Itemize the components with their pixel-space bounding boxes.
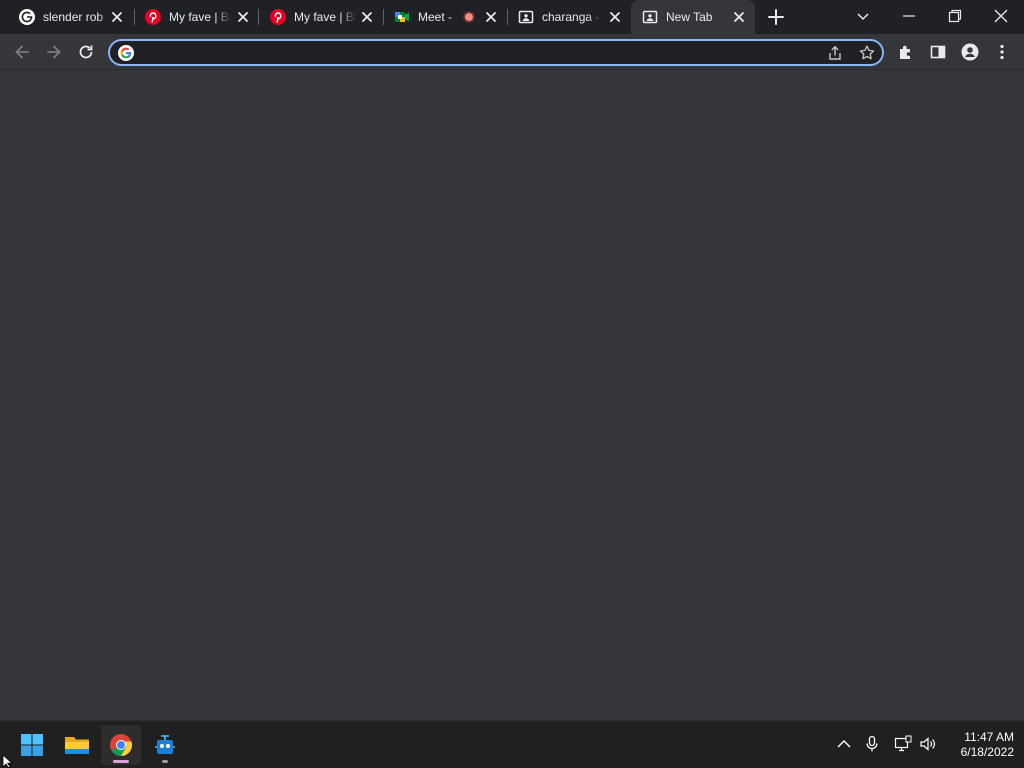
share-icon[interactable]: [826, 44, 844, 62]
close-window-icon[interactable]: [991, 6, 1011, 26]
google-meet-icon: [395, 12, 409, 22]
volume-icon[interactable]: [919, 735, 937, 753]
tab-search-chevron-down-icon[interactable]: [853, 6, 873, 26]
pinterest-icon: [145, 9, 161, 25]
back-arrow-icon[interactable]: [12, 42, 32, 62]
close-icon[interactable]: [607, 9, 623, 25]
close-icon[interactable]: [235, 9, 251, 25]
tab-title: My fave | Bl: [294, 10, 356, 24]
running-indicator: [162, 760, 168, 763]
active-indicator: [113, 760, 129, 763]
tab-my-fave-1[interactable]: My fave | Bl: [134, 0, 258, 34]
app-taskbar-button[interactable]: [145, 725, 185, 765]
microphone-icon[interactable]: [863, 735, 881, 753]
close-icon[interactable]: [483, 9, 499, 25]
close-icon[interactable]: [359, 9, 375, 25]
tab-title: New Tab: [666, 10, 713, 24]
close-icon[interactable]: [731, 9, 747, 25]
minimize-icon[interactable]: [899, 6, 919, 26]
google-g-icon: [19, 9, 35, 25]
extensions-puzzle-icon[interactable]: [896, 42, 916, 62]
tab-my-fave-2[interactable]: My fave | Bl: [259, 0, 383, 34]
chrome-icon: [110, 734, 133, 757]
tab-strip: slender rob My fave | Bl My fave | Bl Me…: [0, 0, 1024, 34]
browser-toolbar: [0, 34, 1024, 70]
tab-charanga[interactable]: charanga -: [507, 0, 631, 34]
tab-new-tab[interactable]: New Tab: [631, 0, 755, 34]
recording-indicator-icon: [463, 11, 475, 23]
system-clock[interactable]: 11:47 AM 6/18/2022: [944, 730, 1014, 760]
taskbar: 11:47 AM 6/18/2022: [0, 720, 1024, 768]
network-icon[interactable]: [894, 735, 912, 753]
app-icon: [155, 735, 175, 754]
classroom-icon: [518, 10, 534, 24]
file-explorer-button[interactable]: [57, 725, 97, 765]
side-panel-icon[interactable]: [928, 42, 948, 62]
tab-title: My fave | Bl: [169, 10, 231, 24]
clock-time: 11:47 AM: [964, 730, 1014, 744]
forward-arrow-icon[interactable]: [44, 42, 64, 62]
tab-title: Meet -: [418, 10, 453, 24]
new-tab-plus-icon[interactable]: [766, 7, 786, 27]
bookmark-star-icon[interactable]: [858, 44, 876, 62]
clock-date: 6/18/2022: [960, 745, 1014, 759]
windows-logo-icon: [21, 734, 43, 756]
profile-avatar-icon[interactable]: [960, 42, 980, 62]
page-content: [0, 70, 1024, 720]
pinterest-icon: [270, 9, 286, 25]
address-bar[interactable]: [108, 39, 884, 66]
google-g-icon: [118, 45, 134, 61]
tab-title: charanga -: [542, 10, 600, 24]
chevron-up-icon[interactable]: [835, 735, 853, 753]
omnibox-input[interactable]: [140, 44, 820, 62]
mouse-cursor-icon: [2, 754, 14, 768]
close-icon[interactable]: [109, 9, 125, 25]
start-button[interactable]: [12, 725, 52, 765]
kebab-menu-icon[interactable]: [992, 42, 1012, 62]
folder-icon: [65, 737, 89, 754]
tab-slender-rob[interactable]: slender rob: [8, 0, 132, 34]
restore-icon[interactable]: [945, 6, 965, 26]
tab-title: slender rob: [43, 10, 104, 24]
chrome-taskbar-button[interactable]: [101, 725, 141, 765]
reload-icon[interactable]: [76, 42, 96, 62]
classroom-icon: [642, 10, 658, 24]
tab-meet[interactable]: Meet -: [383, 0, 507, 34]
